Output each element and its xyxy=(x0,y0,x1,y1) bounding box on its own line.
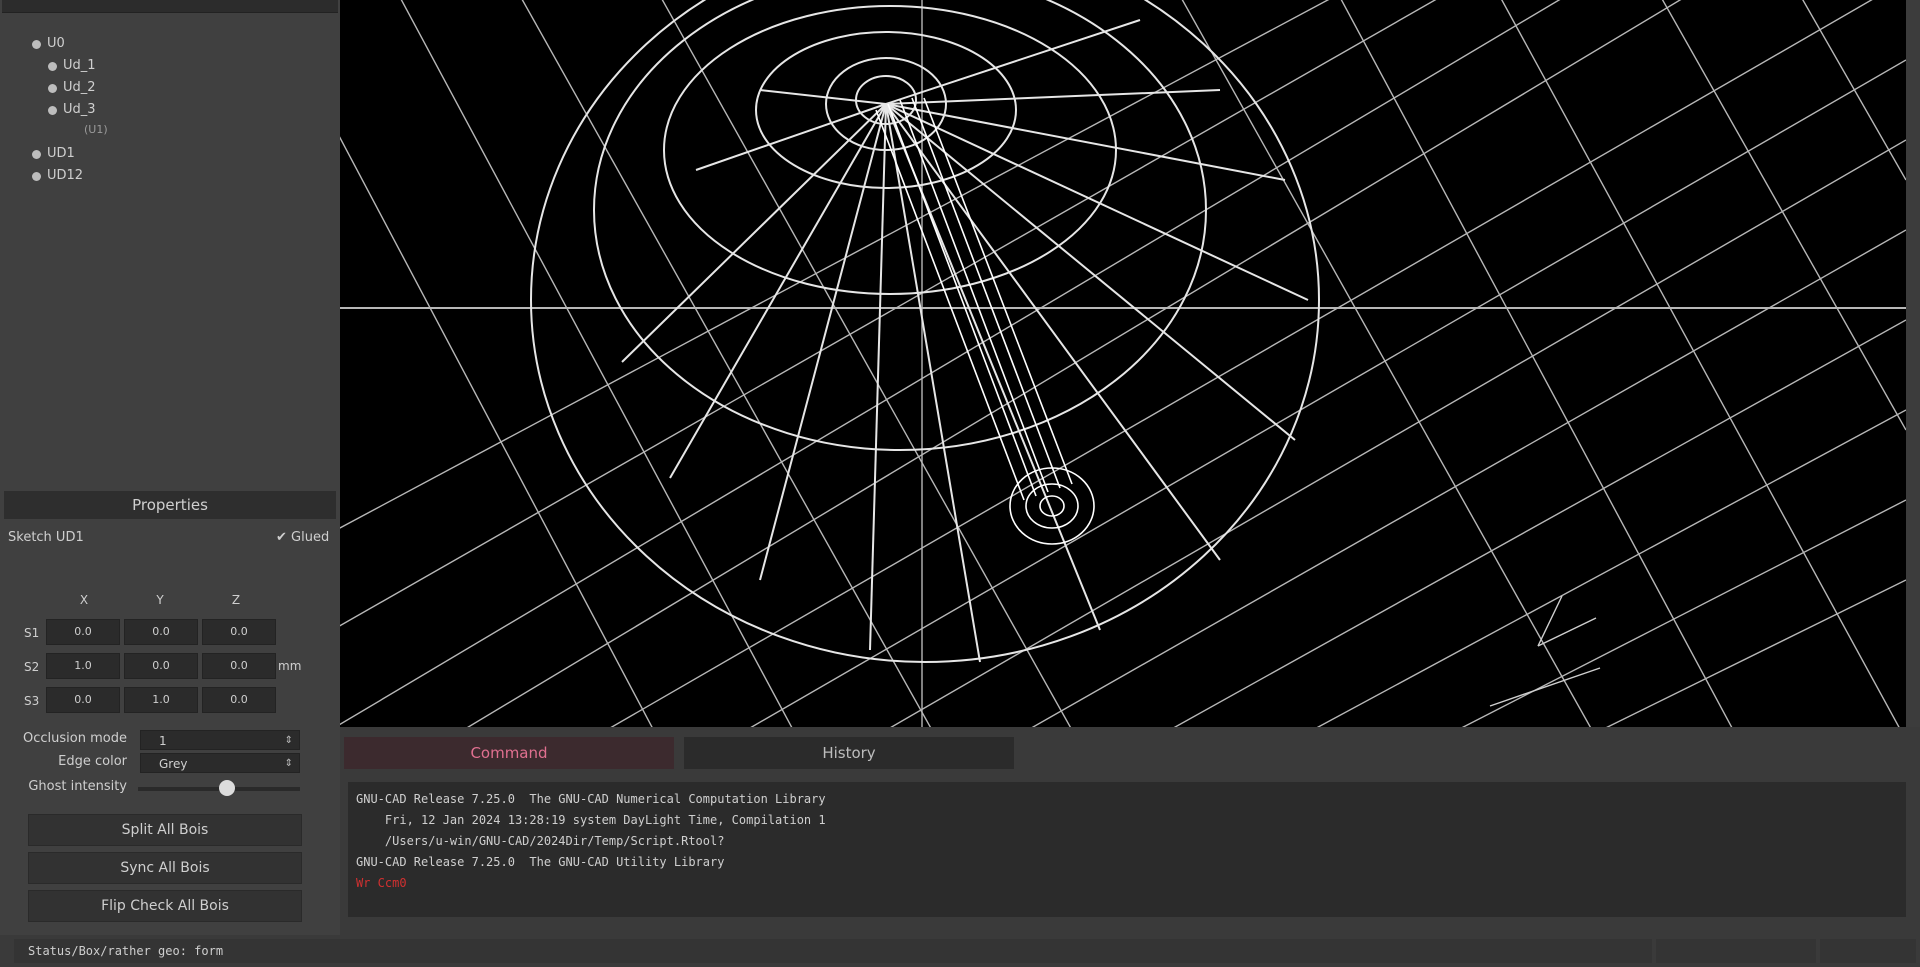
tree-panel-header xyxy=(2,0,338,13)
row-label: S2 xyxy=(24,660,40,674)
glued-checkbox[interactable]: ✔ Glued xyxy=(276,530,329,545)
tree-item-child[interactable]: Ud_2 xyxy=(48,78,96,98)
slider-handle[interactable] xyxy=(219,780,236,796)
status-bar: Status/Box/rather geo: form xyxy=(14,937,1920,967)
tree-item-root[interactable]: U0 xyxy=(32,34,65,54)
ghost-intensity-label: Ghost intensity xyxy=(28,779,127,794)
console-output[interactable]: GNU-CAD Release 7.25.0 The GNU-CAD Numer… xyxy=(348,782,1906,917)
tab-command[interactable]: Command xyxy=(344,737,674,769)
value-field[interactable]: 0.0 xyxy=(202,653,276,679)
node-bullet-icon xyxy=(32,39,41,49)
tree-item-label: UD1 xyxy=(47,146,75,161)
value-field[interactable]: 1.0 xyxy=(46,653,120,679)
row-label: S3 xyxy=(24,694,40,708)
occlusion-value: 1 xyxy=(159,734,167,748)
value-field[interactable]: 0.0 xyxy=(124,653,198,679)
console-tabs: Command History xyxy=(340,727,1920,779)
tree-item-sub-text: (U1) xyxy=(84,123,108,136)
row-label: S1 xyxy=(24,626,40,640)
tree-item-sibling[interactable]: UD12 xyxy=(32,166,83,186)
node-bullet-icon xyxy=(48,105,57,115)
column-header-z: Z xyxy=(231,593,241,607)
ground-grid xyxy=(340,0,1906,727)
properties-header: Properties xyxy=(4,491,336,519)
axis-gizmo xyxy=(1489,595,1601,707)
tree-item-sibling[interactable]: UD1 xyxy=(32,144,75,164)
value-field[interactable]: 0.0 xyxy=(202,619,276,645)
status-segment xyxy=(1820,939,1916,963)
tree-item-child[interactable]: Ud_3 xyxy=(48,100,96,120)
left-panel: U0 Ud_1 Ud_2 Ud_3 (U1) UD1 UD12 Properti… xyxy=(0,0,340,935)
edge-color-select[interactable]: Grey ⇕ xyxy=(140,753,300,773)
edge-color-value: Grey xyxy=(159,757,188,771)
flip-check-all-button[interactable]: Flip Check All Bois xyxy=(28,890,302,922)
probe-shaft xyxy=(875,97,1095,545)
console-line: Fri, 12 Jan 2024 13:28:19 system DayLigh… xyxy=(356,813,826,827)
wireframe-scene xyxy=(340,0,1906,727)
node-bullet-icon xyxy=(48,61,57,71)
tab-history[interactable]: History xyxy=(684,737,1014,769)
tree-item-label: UD12 xyxy=(47,168,84,183)
scene-tree: U0 Ud_1 Ud_2 Ud_3 (U1) UD1 UD12 xyxy=(0,14,338,484)
tree-item-sublabel: (U1) xyxy=(84,120,108,140)
viewport-scrollbar[interactable] xyxy=(1906,0,1920,727)
unit-label: mm xyxy=(278,659,302,673)
console-line: GNU-CAD Release 7.25.0 The GNU-CAD Numer… xyxy=(356,792,826,806)
occlusion-select[interactable]: 1 ⇕ xyxy=(140,730,300,750)
split-all-button[interactable]: Split All Bois xyxy=(28,814,302,846)
tree-item-label: U0 xyxy=(47,36,65,51)
status-text: Status/Box/rather geo: form xyxy=(14,939,1652,963)
ghost-intensity-slider[interactable] xyxy=(138,780,300,796)
value-field[interactable]: 0.0 xyxy=(46,687,120,713)
value-field[interactable]: 0.0 xyxy=(46,619,120,645)
status-segment xyxy=(1656,939,1816,963)
value-field[interactable]: 0.0 xyxy=(124,619,198,645)
node-bullet-icon xyxy=(48,83,57,93)
console-prompt-line: Wr Ccm0 xyxy=(356,876,407,890)
chevron-updown-icon: ⇕ xyxy=(284,735,293,746)
edge-color-label: Edge color xyxy=(58,754,127,769)
tree-item-label: Ud_3 xyxy=(63,102,96,117)
chevron-updown-icon: ⇕ xyxy=(284,758,293,769)
node-bullet-icon xyxy=(32,149,41,159)
tree-item-label: Ud_1 xyxy=(63,58,96,73)
console-line: GNU-CAD Release 7.25.0 The GNU-CAD Utili… xyxy=(356,855,725,869)
value-field[interactable]: 0.0 xyxy=(202,687,276,713)
sketch-label: Sketch UD1 xyxy=(8,530,84,545)
sync-all-button[interactable]: Sync All Bois xyxy=(28,852,302,884)
node-bullet-icon xyxy=(32,171,41,181)
value-field[interactable]: 1.0 xyxy=(124,687,198,713)
column-header-x: X xyxy=(79,593,89,607)
occlusion-label: Occlusion mode xyxy=(23,731,127,746)
tree-item-child[interactable]: Ud_1 xyxy=(48,56,96,76)
3d-viewport[interactable] xyxy=(340,0,1906,727)
console-line: /Users/u-win/GNU-CAD/2024Dir/Temp/Script… xyxy=(356,834,725,848)
column-header-y: Y xyxy=(156,593,164,607)
tree-item-label: Ud_2 xyxy=(63,80,96,95)
